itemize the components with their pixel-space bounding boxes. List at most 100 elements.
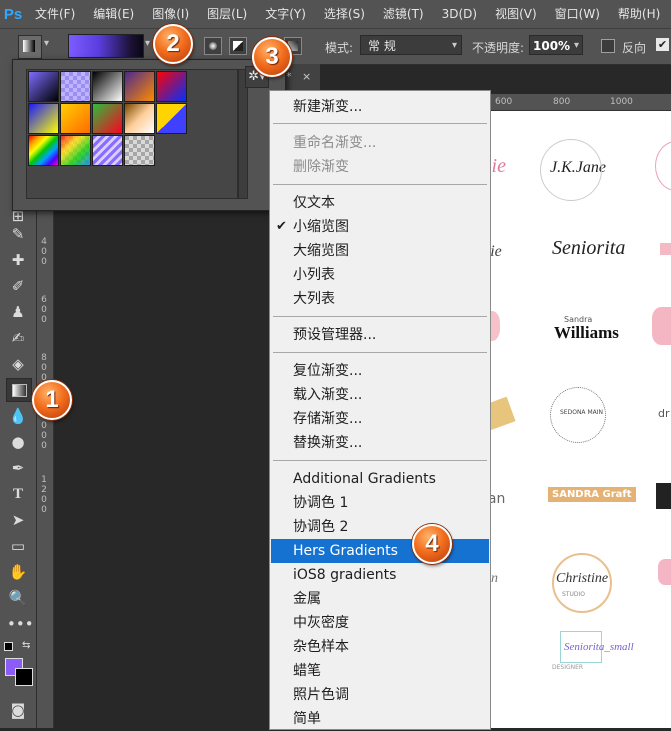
opacity-input[interactable]: 100% ▾	[529, 35, 583, 55]
menu-layer[interactable]: 图层(L)	[198, 0, 256, 28]
menu-small-thumbnail[interactable]: ✔ 小缩览图	[271, 215, 489, 239]
menu-filter[interactable]: 滤镜(T)	[374, 0, 433, 28]
logo-thumbnail: an	[490, 571, 498, 586]
reverse-checkbox[interactable]	[601, 39, 615, 53]
more-tools-icon[interactable]: •••	[7, 614, 34, 634]
ruler-tick: 0	[41, 257, 47, 267]
angle-gradient-button[interactable]	[229, 37, 247, 55]
eyedropper-icon[interactable]: ✎	[7, 224, 29, 244]
gradient-preset[interactable]	[92, 71, 123, 102]
menu-ios8-gradients[interactable]: iOS8 gradients	[271, 563, 489, 587]
menu-type[interactable]: 文字(Y)	[256, 0, 315, 28]
logo-ring	[540, 139, 602, 201]
menu-replace-gradients[interactable]: 替换渐变...	[271, 431, 489, 455]
gradient-preset[interactable]	[124, 103, 155, 134]
gradient-preset[interactable]	[156, 71, 187, 102]
gradient-preset[interactable]	[60, 71, 91, 102]
menu-noise-samples[interactable]: 杂色样本	[271, 635, 489, 659]
type-icon[interactable]: T	[7, 484, 29, 504]
step-badge-2: 2	[153, 24, 193, 64]
ruler-tick: 8	[41, 353, 47, 363]
brush-icon[interactable]: ✐	[7, 276, 29, 296]
mode-select[interactable]: 常 规 ▾	[360, 35, 462, 55]
menu-load-gradients[interactable]: 载入渐变...	[271, 383, 489, 407]
menu-photographic-toning[interactable]: 照片色调	[271, 683, 489, 707]
logo-thumbnail: Seniorita	[552, 237, 626, 259]
menu-view[interactable]: 视图(V)	[486, 0, 546, 28]
menu-hers-gradients[interactable]: Hers Gradients	[271, 539, 489, 563]
menu-reset-gradients[interactable]: 复位渐变...	[271, 359, 489, 383]
close-icon[interactable]: ×	[302, 64, 311, 90]
swap-colors-icon[interactable]: ⇆	[22, 640, 30, 651]
chevron-down-icon[interactable]: ▾	[44, 38, 49, 49]
menu-3d[interactable]: 3D(D)	[433, 0, 486, 28]
eraser-icon[interactable]: ◈	[7, 354, 29, 374]
mode-label: 模式:	[325, 41, 354, 55]
menu-small-list[interactable]: 小列表	[271, 263, 489, 287]
gradient-preset[interactable]	[60, 135, 91, 166]
chevron-down-icon: ▾	[573, 40, 579, 51]
checkmark-icon: ✔	[276, 219, 287, 234]
gradient-preset[interactable]	[124, 135, 155, 166]
ruler-tick: 0	[41, 441, 47, 451]
menu-separator	[273, 123, 487, 124]
gradient-tool-icon[interactable]	[6, 378, 32, 402]
path-selection-icon[interactable]: ➤	[7, 510, 29, 530]
menu-additional-gradients[interactable]: Additional Gradients	[271, 467, 489, 491]
menu-help[interactable]: 帮助(H)	[609, 0, 669, 28]
pen-icon[interactable]: ✒	[7, 458, 29, 478]
menu-metals[interactable]: 金属	[271, 587, 489, 611]
logo-brush	[656, 483, 671, 509]
history-brush-icon[interactable]: ✍	[7, 328, 29, 348]
logo-thumbnail: lie	[490, 155, 506, 177]
healing-brush-icon[interactable]: ✚	[7, 250, 29, 270]
menu-neutral-density[interactable]: 中灰密度	[271, 611, 489, 635]
quick-mask-icon[interactable]: ◙	[7, 700, 29, 720]
ruler-tick: 1000	[610, 97, 633, 107]
menu-large-thumbnail[interactable]: 大缩览图	[271, 239, 489, 263]
menu-harmony-1[interactable]: 协调色 1	[271, 491, 489, 515]
default-colors-icon[interactable]	[4, 642, 13, 651]
dither-checkbox[interactable]: ✔	[656, 38, 669, 51]
menu-new-gradient[interactable]: 新建渐变...	[271, 95, 489, 119]
menu-harmony-2[interactable]: 协调色 2	[271, 515, 489, 539]
logo-thumbnail: DESIGNER	[552, 664, 584, 671]
menu-text-only[interactable]: 仅文本	[271, 191, 489, 215]
background-color-swatch[interactable]	[15, 668, 33, 686]
rectangle-icon[interactable]: ▭	[7, 536, 29, 556]
blur-icon[interactable]: 💧	[7, 406, 29, 426]
ruler-tick: 0	[41, 505, 47, 515]
menu-pastels[interactable]: 蜡笔	[271, 659, 489, 683]
menu-select[interactable]: 选择(S)	[315, 0, 374, 28]
menu-window[interactable]: 窗口(W)	[546, 0, 609, 28]
document-canvas[interactable]: lie J.K.Jane rie Seniorita Sandra Willia…	[490, 111, 671, 728]
menu-large-list[interactable]: 大列表	[271, 287, 489, 311]
gradient-panel-scrollbar[interactable]	[238, 69, 248, 199]
gradient-preset[interactable]	[156, 103, 187, 134]
ruler-tick: 1	[41, 475, 47, 485]
gradient-preset[interactable]	[92, 135, 123, 166]
radial-gradient-button[interactable]	[204, 37, 222, 55]
hand-icon[interactable]: ✋	[7, 562, 29, 582]
menu-simple[interactable]: 简单	[271, 707, 489, 731]
menu-preset-manager[interactable]: 预设管理器...	[271, 323, 489, 347]
clone-stamp-icon[interactable]: ♟	[7, 302, 29, 322]
gradient-preset[interactable]	[28, 135, 59, 166]
menu-file[interactable]: 文件(F)	[26, 0, 84, 28]
gradient-preset[interactable]	[124, 71, 155, 102]
menu-save-gradients[interactable]: 存储渐变...	[271, 407, 489, 431]
gradient-preset[interactable]	[28, 71, 59, 102]
logo-brush	[652, 307, 671, 345]
gradient-preset[interactable]	[28, 103, 59, 134]
gradient-preset[interactable]	[60, 103, 91, 134]
menu-edit[interactable]: 编辑(E)	[84, 0, 143, 28]
menu-rename-gradient: 重命名渐变...	[293, 135, 377, 151]
tool-preset-picker[interactable]	[18, 35, 42, 59]
dodge-icon[interactable]: ●	[7, 432, 29, 452]
zoom-icon[interactable]: 🔍	[7, 588, 29, 608]
gradient-picker-chevron-icon[interactable]: ▾	[145, 38, 150, 49]
gradient-editor-swatch[interactable]	[68, 34, 144, 58]
logo-brush	[658, 559, 671, 585]
gradient-preset[interactable]	[92, 103, 123, 134]
logo-thumbnail: rie	[490, 243, 502, 260]
